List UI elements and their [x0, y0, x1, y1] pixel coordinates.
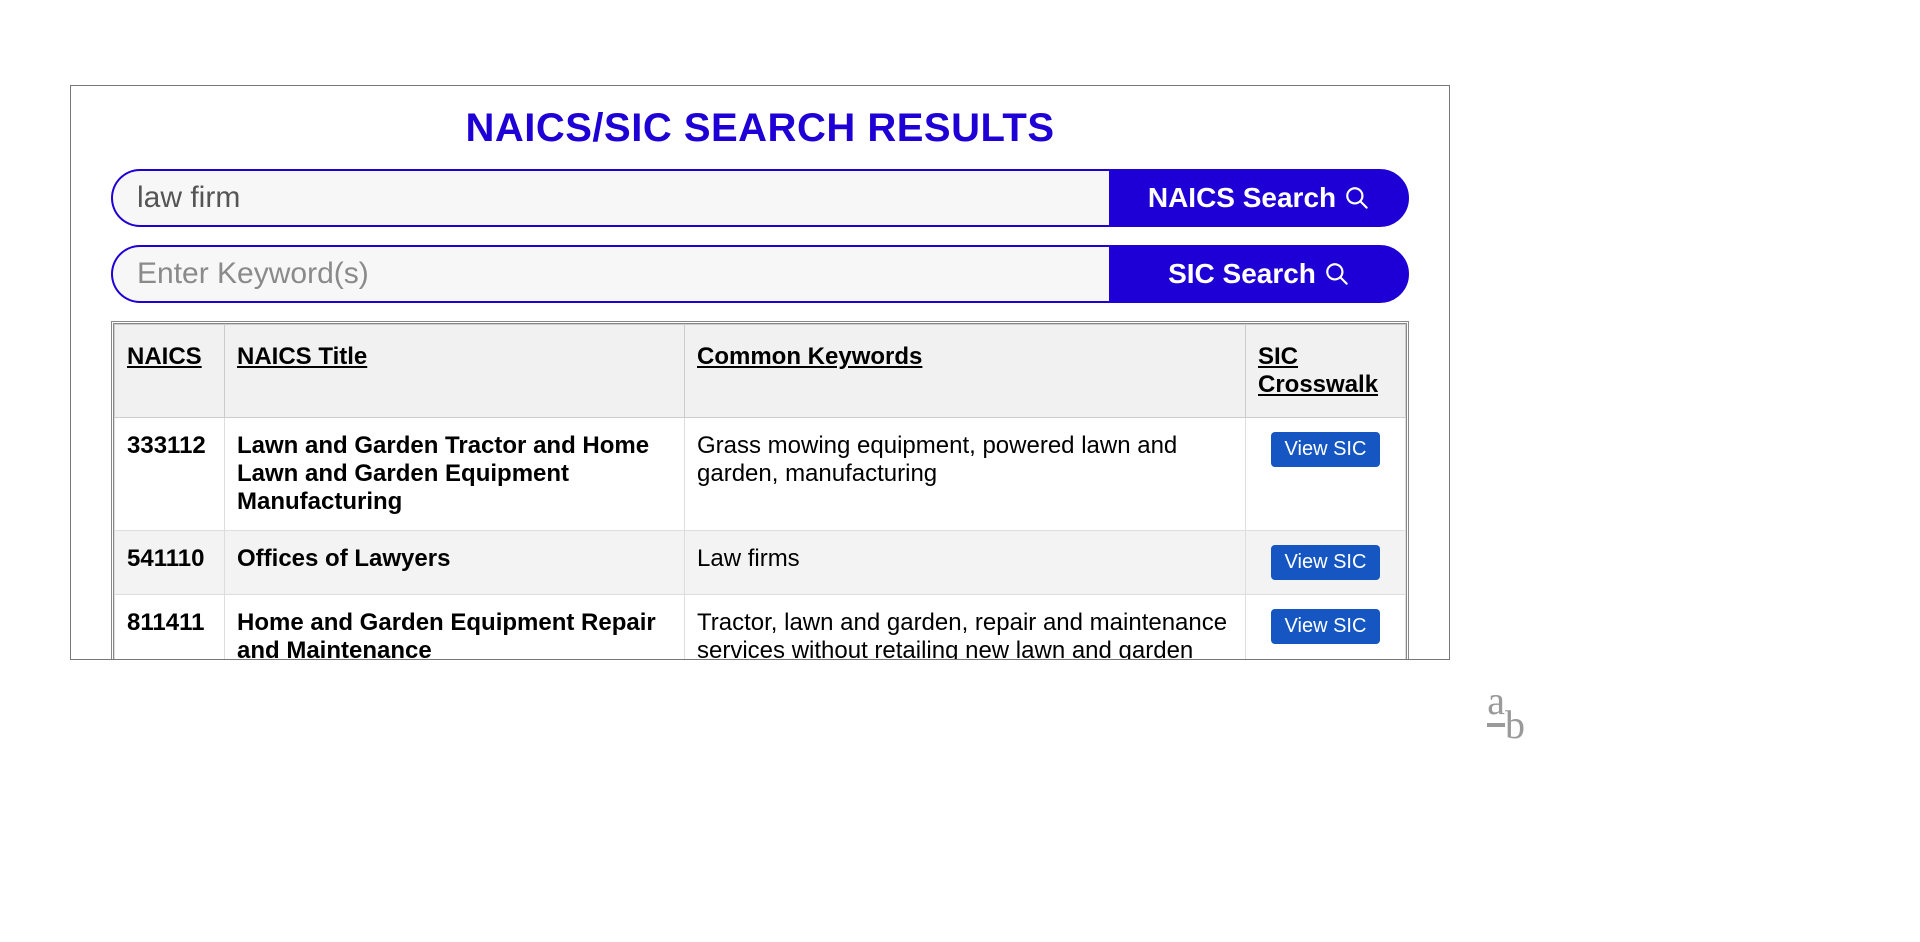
sic-search-row: SIC Search — [111, 245, 1409, 303]
watermark-b: b — [1505, 705, 1525, 745]
results-table-wrap: NAICS NAICS Title Common Keywords SIC Cr… — [111, 321, 1409, 660]
sic-search-input[interactable] — [111, 245, 1109, 303]
ab-watermark: ab — [1487, 681, 1525, 727]
cell-keywords: Law firms — [685, 531, 1246, 595]
cell-naics-code: 541110 — [115, 531, 225, 595]
cell-keywords: Tractor, lawn and garden, repair and mai… — [685, 595, 1246, 661]
sic-search-button-label: SIC Search — [1168, 258, 1316, 290]
header-common-keywords[interactable]: Common Keywords — [685, 325, 1246, 418]
view-sic-button[interactable]: View SIC — [1271, 432, 1381, 467]
header-naics[interactable]: NAICS — [115, 325, 225, 418]
watermark-a: a — [1487, 681, 1505, 727]
search-block: NAICS Search SIC Search — [111, 169, 1409, 303]
view-sic-button[interactable]: View SIC — [1271, 545, 1381, 580]
cell-sic-crosswalk: View SIC — [1246, 595, 1406, 661]
table-row: 541110 Offices of Lawyers Law firms View… — [115, 531, 1406, 595]
header-naics-title[interactable]: NAICS Title — [225, 325, 685, 418]
results-header-row: NAICS NAICS Title Common Keywords SIC Cr… — [115, 325, 1406, 418]
cell-sic-crosswalk: View SIC — [1246, 418, 1406, 531]
table-row: 333112 Lawn and Garden Tractor and Home … — [115, 418, 1406, 531]
naics-search-input[interactable] — [111, 169, 1109, 227]
cell-keywords: Grass mowing equipment, powered lawn and… — [685, 418, 1246, 531]
search-icon — [1324, 261, 1350, 287]
naics-search-button-label: NAICS Search — [1148, 182, 1336, 214]
cell-sic-crosswalk: View SIC — [1246, 531, 1406, 595]
cell-naics-title[interactable]: Offices of Lawyers — [225, 531, 685, 595]
page-title: NAICS/SIC SEARCH RESULTS — [71, 106, 1449, 151]
table-row: 811411 Home and Garden Equipment Repair … — [115, 595, 1406, 661]
search-results-panel: NAICS/SIC SEARCH RESULTS NAICS Search SI… — [70, 85, 1450, 660]
sic-search-button[interactable]: SIC Search — [1109, 245, 1409, 303]
cell-naics-title[interactable]: Home and Garden Equipment Repair and Mai… — [225, 595, 685, 661]
naics-search-row: NAICS Search — [111, 169, 1409, 227]
naics-search-button[interactable]: NAICS Search — [1109, 169, 1409, 227]
results-table: NAICS NAICS Title Common Keywords SIC Cr… — [114, 324, 1406, 660]
search-icon — [1344, 185, 1370, 211]
view-sic-button[interactable]: View SIC — [1271, 609, 1381, 644]
cell-naics-code: 333112 — [115, 418, 225, 531]
cell-naics-code: 811411 — [115, 595, 225, 661]
cell-naics-title[interactable]: Lawn and Garden Tractor and Home Lawn an… — [225, 418, 685, 531]
header-sic-crosswalk[interactable]: SIC Crosswalk — [1246, 325, 1406, 418]
